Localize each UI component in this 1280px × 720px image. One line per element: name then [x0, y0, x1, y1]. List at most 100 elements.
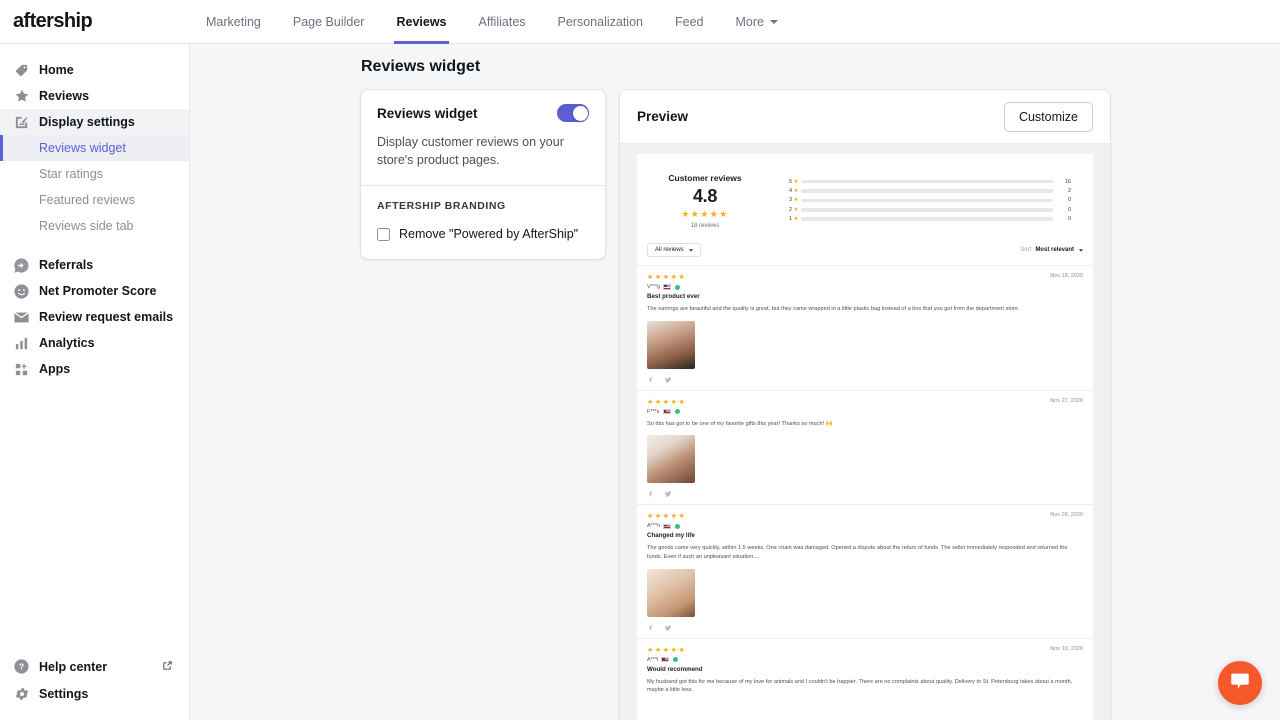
sidebar-item-label: Home — [39, 63, 74, 77]
sidebar-item-featured-reviews[interactable]: Featured reviews — [0, 187, 189, 213]
sidebar-item-referrals[interactable]: Referrals — [0, 252, 189, 278]
rating-bar-count: 0 — [1059, 216, 1071, 222]
brand-logo[interactable]: aftership — [0, 10, 190, 33]
sidebar-item-label: Review request emails — [39, 310, 173, 324]
sidebar-item-reviews-side-tab[interactable]: Reviews side tab — [0, 213, 189, 239]
rating-bar-count: 0 — [1059, 197, 1071, 203]
reviews-widget-preview: Customer reviews 4.8 ★★★★★ 18 reviews 5 … — [637, 154, 1093, 720]
rating-bar-row[interactable]: 4 ★ 2 — [785, 186, 1071, 195]
chat-bubble-button[interactable] — [1218, 661, 1262, 705]
review-photo[interactable] — [647, 321, 695, 369]
facebook-share-icon[interactable] — [647, 376, 654, 384]
customize-button[interactable]: Customize — [1004, 102, 1093, 132]
rating-bar-count: 0 — [1059, 207, 1071, 213]
all-reviews-filter-dropdown[interactable]: All reviews — [647, 243, 701, 257]
review-author-row: A***n — [647, 523, 1083, 529]
settings-card-description: Display customer reviews on your store's… — [377, 133, 589, 169]
reviews-widget-toggle[interactable] — [557, 104, 589, 122]
sort-dropdown[interactable]: Most relevant — [1035, 247, 1083, 253]
rating-bar-row[interactable]: 1 ★ 0 — [785, 215, 1071, 224]
star-icon — [13, 88, 30, 105]
page-title: Reviews widget — [361, 58, 480, 76]
sidebar-item-settings[interactable]: Settings — [0, 680, 189, 707]
sidebar-subitem-label: Star ratings — [39, 167, 103, 181]
review-stars: ★★★★★ — [647, 512, 686, 520]
smiley-icon — [13, 283, 30, 300]
sidebar-item-reviews[interactable]: Reviews — [0, 83, 189, 109]
tab-feed[interactable]: Feed — [659, 0, 720, 44]
sidebar-item-display-settings[interactable]: Display settings — [0, 109, 189, 135]
sidebar-item-net-promoter-score[interactable]: Net Promoter Score — [0, 278, 189, 304]
review-body: The earrings are beautiful and the quali… — [647, 305, 1083, 314]
svg-text:?: ? — [19, 662, 24, 672]
rating-bar-track — [801, 189, 1053, 193]
review-header: ★★★★★ Nov 10, 2020 — [647, 646, 1083, 654]
rating-bar-row[interactable]: 5 ★ 16 — [785, 177, 1071, 186]
us-flag-icon — [661, 657, 669, 663]
review-count: 18 reviews — [637, 223, 773, 229]
tab-page-builder[interactable]: Page Builder — [277, 0, 381, 44]
sidebar-item-review-request-emails[interactable]: Review request emails — [0, 304, 189, 330]
sidebar-item-apps[interactable]: Apps — [0, 356, 189, 382]
filter-label: All reviews — [655, 247, 684, 253]
verified-badge-icon — [675, 285, 680, 290]
tab-affiliates[interactable]: Affiliates — [463, 0, 542, 44]
sort-control: Sort Most relevant — [1020, 247, 1083, 253]
rating-bar-row[interactable]: 3 ★ 0 — [785, 196, 1071, 205]
sidebar-item-star-ratings[interactable]: Star ratings — [0, 161, 189, 187]
review-share-row — [647, 624, 1083, 632]
tab-label: Personalization — [558, 15, 643, 29]
us-flag-icon — [663, 409, 671, 415]
tab-personalization[interactable]: Personalization — [542, 0, 659, 44]
twitter-share-icon[interactable] — [664, 624, 672, 632]
twitter-share-icon[interactable] — [664, 490, 672, 498]
review-date: Nov 27, 2020 — [1050, 398, 1083, 404]
sidebar-item-label: Reviews — [39, 89, 89, 103]
summary-heading: Customer reviews — [637, 173, 773, 183]
review-title: Best product ever — [647, 293, 1083, 300]
review-item: ★★★★★ Nov 28, 2020 A***n Changed my life… — [637, 504, 1093, 637]
main-content: Reviews widget Reviews widget Display cu… — [190, 44, 1280, 720]
summary-score-block: Customer reviews 4.8 ★★★★★ 18 reviews — [637, 171, 773, 229]
star-icon: ★ — [794, 179, 799, 185]
tab-reviews[interactable]: Reviews — [380, 0, 462, 44]
sidebar-item-label: Display settings — [39, 115, 135, 129]
tab-label: Reviews — [396, 15, 446, 29]
remove-powered-by-row[interactable]: Remove "Powered by AfterShip" — [377, 227, 589, 241]
review-photo[interactable] — [647, 435, 695, 483]
settings-title-row: Reviews widget — [377, 104, 589, 122]
review-date: Nov 28, 2020 — [1050, 512, 1083, 518]
envelope-icon — [13, 309, 30, 326]
tab-more[interactable]: More — [719, 0, 793, 44]
average-rating-stars: ★★★★★ — [637, 209, 773, 220]
bar-chart-icon — [13, 335, 30, 352]
review-header: ★★★★★ Nov 27, 2020 — [647, 398, 1083, 406]
twitter-share-icon[interactable] — [664, 376, 672, 384]
tab-marketing[interactable]: Marketing — [190, 0, 277, 44]
sidebar-item-label: Analytics — [39, 336, 95, 350]
review-photo[interactable] — [647, 569, 695, 617]
remove-powered-by-checkbox[interactable] — [377, 228, 390, 241]
sidebar-item-help-center[interactable]: ? Help center — [0, 653, 189, 680]
sidebar-bottom: ? Help center Settings — [0, 653, 189, 707]
rating-bar-label: 5 — [785, 179, 792, 185]
review-author-row: V***g — [647, 284, 1083, 290]
chevron-down-icon — [1079, 249, 1083, 252]
average-rating: 4.8 — [637, 186, 773, 207]
sidebar-item-home[interactable]: Home — [0, 57, 189, 83]
remove-powered-by-label: Remove "Powered by AfterShip" — [399, 227, 578, 241]
sidebar-item-reviews-widget[interactable]: Reviews widget — [0, 135, 189, 161]
tab-label: Feed — [675, 15, 704, 29]
sidebar-subitem-label: Reviews widget — [39, 141, 126, 155]
sidebar-item-analytics[interactable]: Analytics — [0, 330, 189, 356]
verified-badge-icon — [675, 409, 680, 414]
branding-section-label: AFTERSHIP BRANDING — [377, 200, 589, 212]
us-flag-icon — [663, 524, 671, 530]
rating-bar-row[interactable]: 2 ★ 0 — [785, 205, 1071, 214]
tab-label: More — [735, 15, 763, 29]
preview-card: Preview Customize Customer reviews 4.8 ★… — [620, 90, 1110, 720]
facebook-share-icon[interactable] — [647, 490, 654, 498]
review-title: Would recommend — [647, 666, 1083, 673]
facebook-share-icon[interactable] — [647, 624, 654, 632]
preview-header: Preview Customize — [620, 90, 1110, 144]
